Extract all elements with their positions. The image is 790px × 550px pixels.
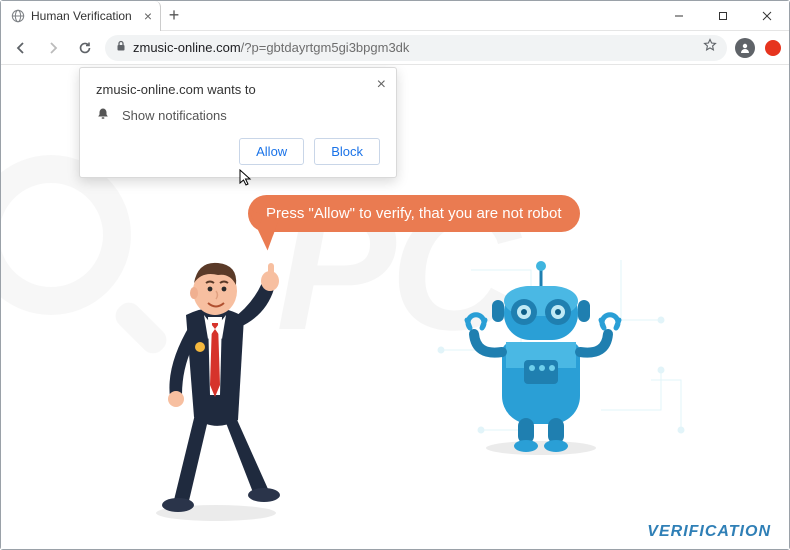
block-button[interactable]: Block — [314, 138, 380, 165]
close-tab-icon[interactable]: × — [144, 8, 152, 24]
man-character — [126, 245, 316, 525]
profile-avatar-icon[interactable] — [735, 38, 755, 58]
permission-origin-text: zmusic-online.com wants to — [96, 82, 380, 97]
bell-icon — [96, 107, 110, 124]
permission-item: Show notifications — [96, 107, 380, 124]
footer-verification-label: VERIFICATION — [647, 523, 771, 541]
mouse-cursor-icon — [239, 169, 253, 187]
close-icon[interactable]: × — [377, 76, 386, 94]
robot-character — [446, 260, 636, 460]
extension-area — [735, 38, 781, 58]
back-button[interactable] — [9, 36, 33, 60]
notification-permission-prompt: × zmusic-online.com wants to Show notifi… — [79, 67, 397, 178]
maximize-button[interactable] — [701, 1, 745, 31]
close-window-button[interactable] — [745, 1, 789, 31]
permission-label: Show notifications — [122, 108, 227, 123]
browser-window: Human Verification × + zmusic-online.com… — [0, 0, 790, 550]
titlebar: Human Verification × + — [1, 1, 789, 31]
reload-button[interactable] — [73, 36, 97, 60]
toolbar: zmusic-online.com/?p=gbtdayrtgm5gi3bpgm3… — [1, 31, 789, 65]
extension-icon[interactable] — [765, 40, 781, 56]
window-controls — [657, 1, 789, 31]
new-tab-button[interactable]: + — [161, 5, 187, 26]
allow-button[interactable]: Allow — [239, 138, 304, 165]
page-viewport: PC × zmusic-online.com wants to Show not… — [1, 65, 789, 549]
speech-text: Press "Allow" to verify, that you are no… — [266, 205, 562, 222]
globe-icon — [11, 9, 25, 23]
speech-bubble: Press "Allow" to verify, that you are no… — [248, 195, 580, 232]
address-bar[interactable]: zmusic-online.com/?p=gbtdayrtgm5gi3bpgm3… — [105, 35, 727, 61]
forward-button[interactable] — [41, 36, 65, 60]
browser-tab[interactable]: Human Verification × — [1, 1, 161, 31]
tab-title: Human Verification — [31, 9, 138, 23]
url-text: zmusic-online.com/?p=gbtdayrtgm5gi3bpgm3… — [133, 40, 409, 55]
lock-icon — [115, 39, 127, 57]
bookmark-star-icon[interactable] — [703, 38, 717, 57]
minimize-button[interactable] — [657, 1, 701, 31]
